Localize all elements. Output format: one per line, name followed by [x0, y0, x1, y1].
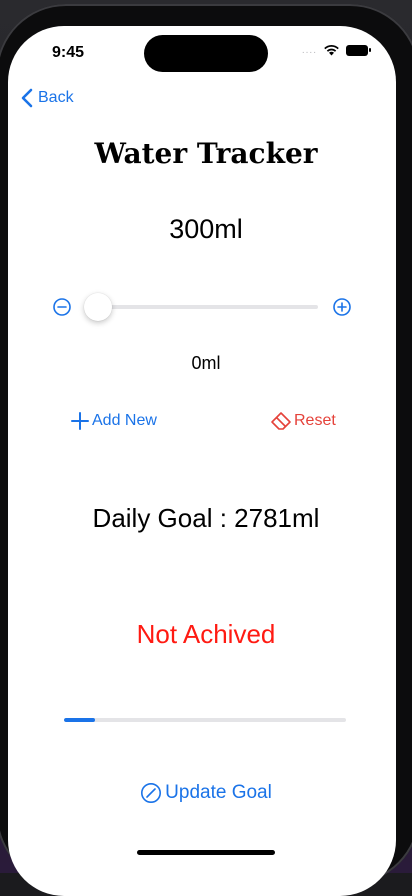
intake-amount: 300ml [169, 214, 243, 244]
goal-status: Not Achived [136, 619, 276, 649]
plus-circle-icon[interactable] [332, 297, 352, 317]
battery-icon [346, 44, 371, 56]
back-label: Back [38, 89, 74, 106]
goal-progress-fill [64, 718, 96, 722]
wifi-icon [324, 45, 339, 56]
dynamic-island [144, 35, 268, 72]
pencil-circle-icon [141, 783, 162, 803]
update-goal-label: Update Goal [165, 782, 272, 803]
slider-value: 0ml [191, 353, 221, 373]
page-title: Water Tracker [94, 137, 318, 170]
add-new-label: Add New [92, 412, 157, 429]
status-time: 9:45 [52, 44, 85, 61]
daily-goal: Daily Goal : 2781ml [92, 503, 320, 533]
slider-track[interactable] [88, 305, 318, 309]
slider-thumb[interactable] [84, 293, 112, 321]
reset-button[interactable]: Reset [270, 411, 336, 431]
eraser-icon [271, 412, 291, 430]
back-button[interactable]: Back [20, 88, 74, 108]
signal-dots: .... [301, 44, 317, 56]
plus-icon [71, 412, 89, 430]
update-goal-button[interactable]: Update Goal [0, 782, 412, 804]
reset-label: Reset [294, 412, 336, 429]
goal-progress-bar [64, 718, 346, 722]
amount-slider[interactable] [52, 293, 352, 321]
phone-frame [0, 4, 412, 896]
minus-circle-icon[interactable] [52, 297, 72, 317]
chevron-left-icon [21, 88, 33, 108]
home-indicator [137, 850, 275, 855]
add-new-button[interactable]: Add New [70, 411, 157, 431]
status-icons: .... [301, 44, 371, 56]
